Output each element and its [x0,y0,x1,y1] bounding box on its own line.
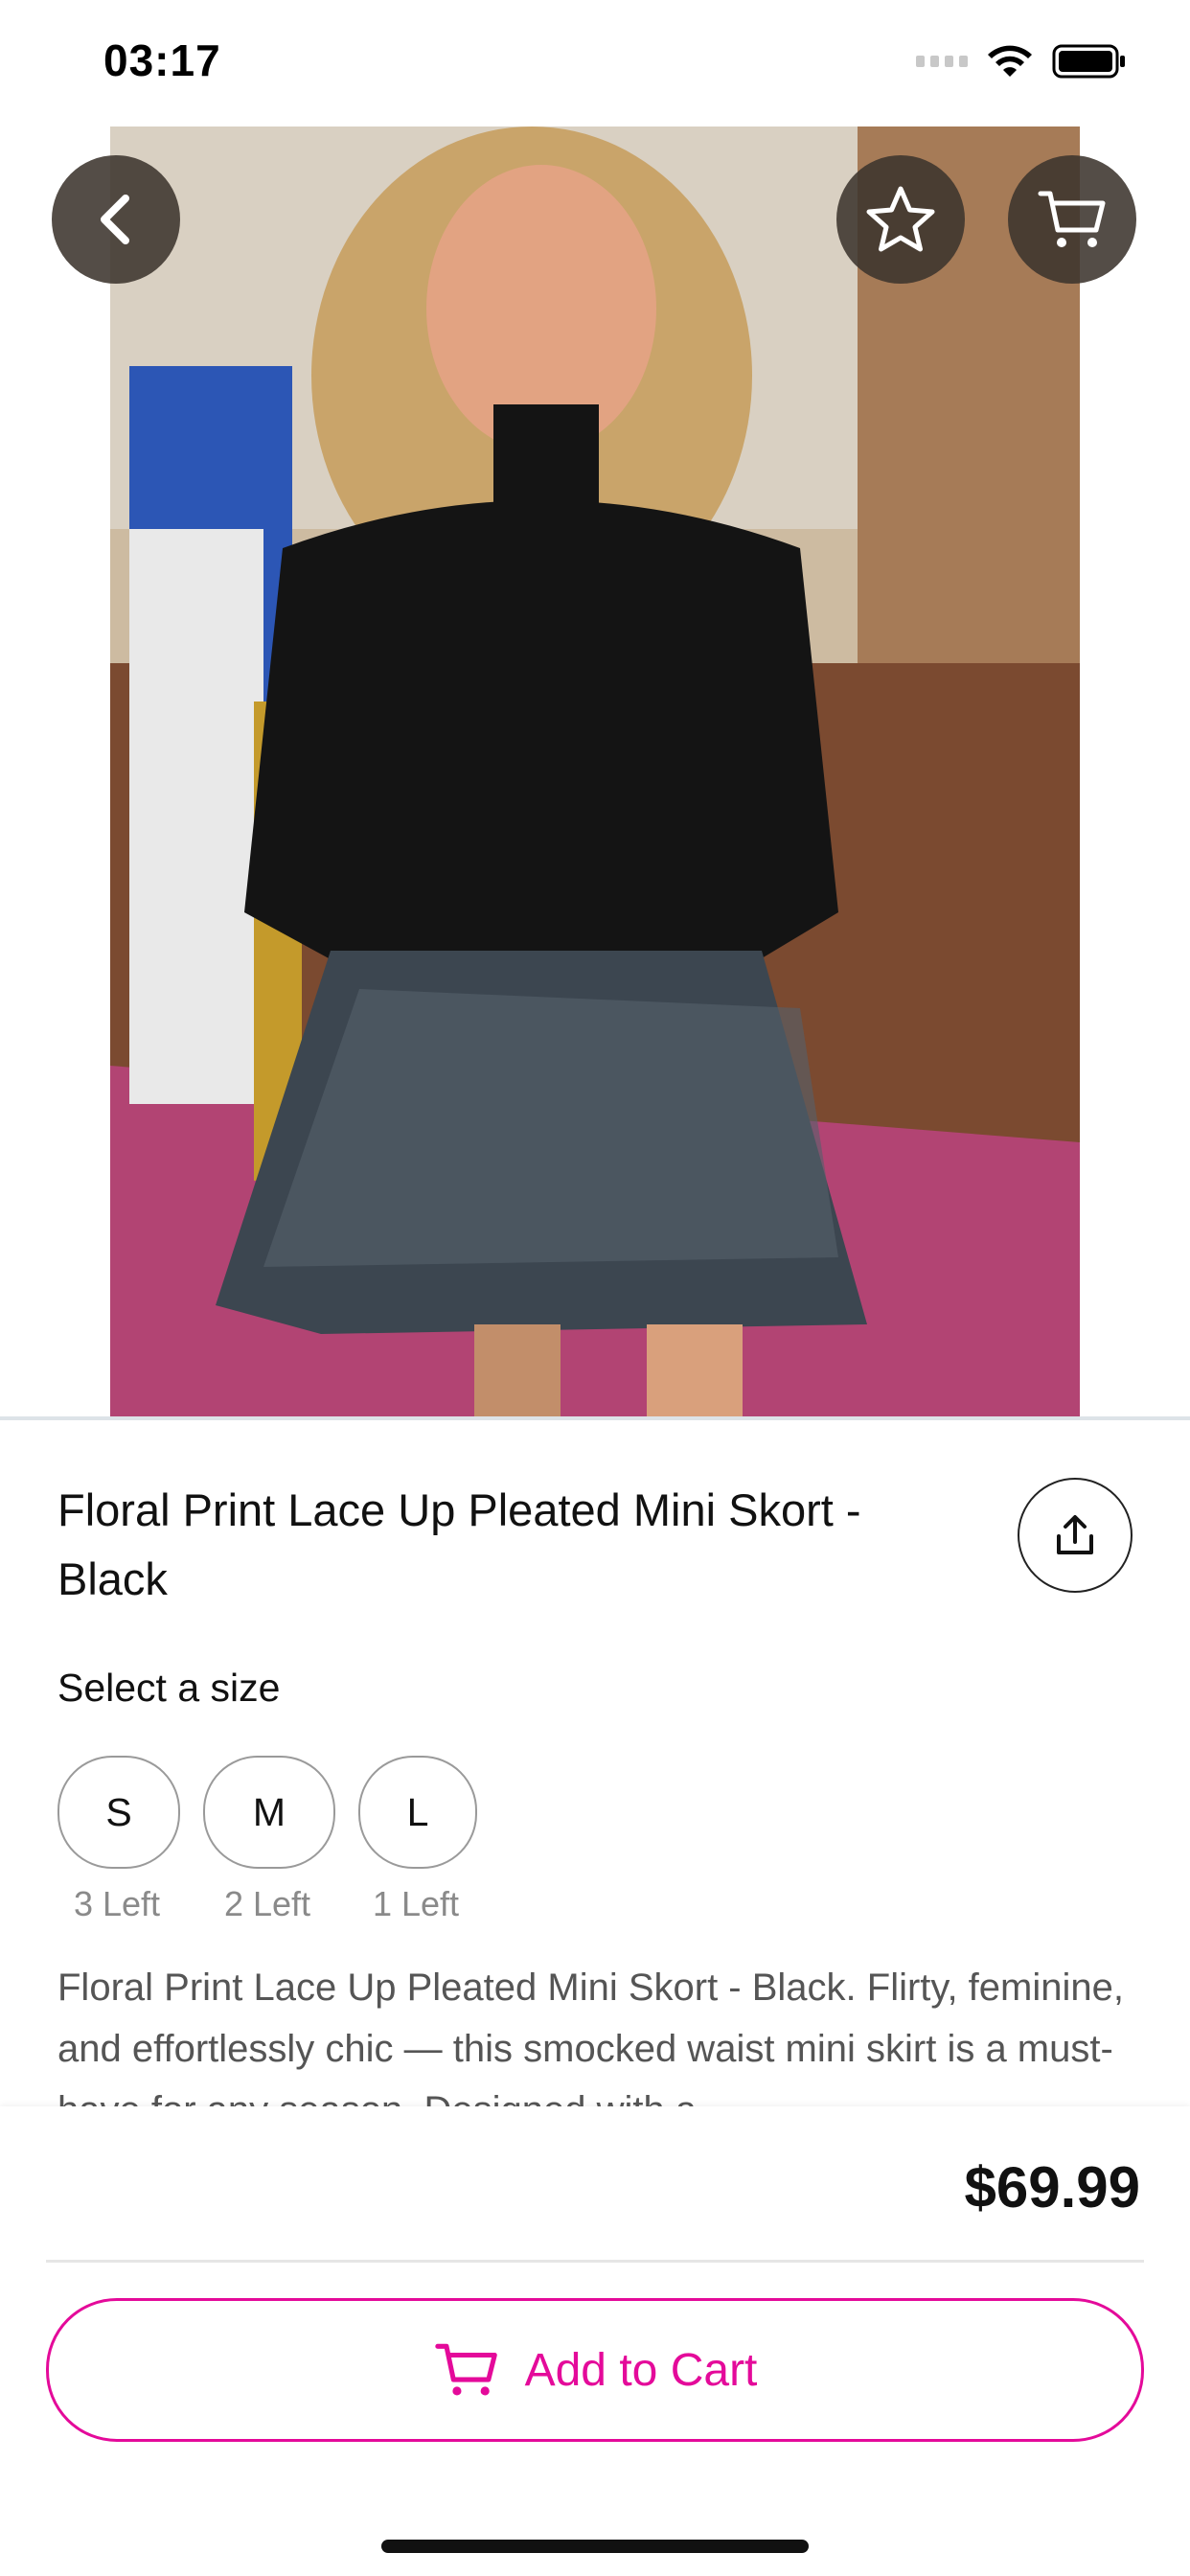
cart-icon [434,2343,497,2396]
add-to-cart-button[interactable]: Add to Cart [46,2298,1144,2442]
price: $69.99 [964,2155,1140,2220]
size-option-m[interactable]: M [203,1756,335,1869]
product-gallery[interactable] [0,126,1190,1416]
chevron-left-icon [101,195,129,244]
add-to-cart-label: Add to Cart [524,2344,758,2396]
purchase-panel: $69.99 Add to Cart [0,2106,1190,2576]
home-indicator [381,2540,809,2553]
status-bar: 03:17 [0,0,1190,126]
star-icon [866,186,935,252]
share-icon [1057,1515,1093,1554]
size-option-s[interactable]: S [57,1756,180,1869]
cart-icon [1038,191,1106,247]
back-button[interactable] [52,155,180,284]
panel-divider [46,2260,1144,2263]
description-text: Floral Print Lace Up Pleated Mini Skort … [57,1966,1124,2106]
status-icons [916,44,1127,79]
stock-count-s: 3 Left [73,1884,161,1923]
stock-count-l: 1 Left [372,1884,460,1923]
size-option-l[interactable]: L [358,1756,477,1869]
product-photo [110,126,1080,1416]
cart-button[interactable] [1008,155,1136,284]
product-title: Floral Print Lace Up Pleated Mini Skort … [57,1484,861,1604]
share-button[interactable] [1018,1478,1133,1593]
gallery-divider [0,1416,1190,1420]
product-description: Floral Print Lace Up Pleated Mini Skort … [57,1957,1133,2106]
status-time: 03:17 [103,35,221,85]
battery-icon [1052,44,1125,79]
signal-icon [916,56,968,67]
favorite-button[interactable] [836,155,965,284]
size-label: Select a size [57,1666,281,1710]
wifi-icon [988,45,1032,77]
stock-count-m: 2 Left [223,1884,311,1923]
